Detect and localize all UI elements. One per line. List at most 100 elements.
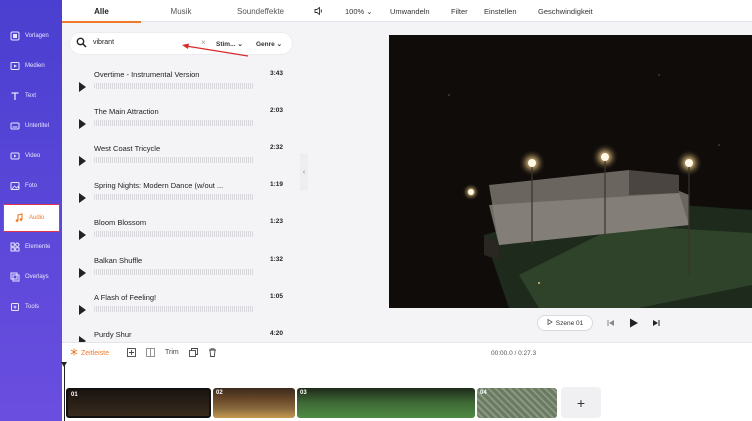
sidebar-item-foto[interactable]: Foto [0, 172, 62, 200]
split-icon[interactable] [146, 348, 155, 359]
search-input[interactable]: vibrant [93, 39, 114, 46]
list-item[interactable]: Overtime - Instrumental Version 3:43 [62, 64, 300, 101]
tab-alle[interactable]: Alle [62, 0, 141, 23]
waveform [94, 83, 254, 89]
sidebar-item-video[interactable]: Video [0, 142, 62, 170]
convert-button[interactable]: Umwandeln [390, 7, 430, 16]
scene-selector[interactable]: Szene 01 [537, 315, 593, 331]
volume-icon[interactable] [314, 6, 324, 18]
track-duration: 2:03 [270, 107, 284, 114]
sidebar-item-label: Text [25, 93, 37, 99]
waveform [94, 231, 254, 237]
track-duration: 4:20 [270, 330, 284, 337]
music-note-icon [13, 212, 25, 224]
timeline-icon [70, 348, 78, 358]
sidebar-item-text[interactable]: Text [0, 82, 62, 110]
sidebar-item-medien[interactable]: Medien [0, 52, 62, 80]
sidebar-item-overlays[interactable]: Overlays [0, 263, 62, 291]
track-name: A Flash of Feeling! [94, 293, 157, 302]
chevron-down-icon: ⌄ [366, 7, 373, 16]
sidebar-item-label: Foto [25, 183, 38, 189]
zoom-dropdown[interactable]: 100% ⌄ [345, 7, 373, 16]
sidebar-item-label: Elemente [25, 244, 51, 250]
genre-filter-dropdown[interactable]: Genre ⌄ [256, 40, 282, 48]
settings-button[interactable]: Einstellen [484, 7, 517, 16]
duplicate-icon[interactable] [189, 348, 198, 359]
chevron-down-icon: ⌄ [276, 41, 283, 48]
play-icon[interactable] [79, 268, 86, 278]
list-item[interactable]: The Main Attraction 2:03 [62, 101, 300, 138]
timeline-label: Zeitleiste [81, 349, 110, 357]
list-item[interactable]: A Flash of Feeling! 1:05 [62, 287, 300, 324]
track-name: West Coast Tricycle [94, 144, 161, 153]
list-item[interactable]: West Coast Tricycle 2:32 [62, 138, 300, 175]
stadium-scene-image [389, 35, 752, 308]
photo-icon [9, 180, 21, 192]
media-icon [9, 60, 21, 72]
timeline-toolbar: Zeitleiste Trim 00:00.0 / 0:27.3 [62, 342, 752, 364]
track-duration: 2:32 [270, 144, 284, 151]
clip-number: 02 [216, 390, 223, 396]
sidebar-item-elemente[interactable]: Elemente [0, 233, 62, 261]
tab-soundeffekte[interactable]: Soundeffekte [221, 0, 300, 22]
overlays-icon [9, 271, 21, 283]
sidebar-item-audio[interactable]: Audio [3, 204, 60, 232]
subtitle-icon [9, 120, 21, 132]
play-button[interactable] [629, 318, 639, 330]
track-name: The Main Attraction [94, 107, 159, 116]
clip-thumbnail[interactable]: 02 [213, 388, 295, 418]
scene-label: Szene 01 [555, 319, 584, 327]
time-display: 00:00.0 / 0:27.3 [491, 350, 537, 357]
collapse-panel-button[interactable]: ‹ [300, 153, 308, 191]
sidebar-item-tools[interactable]: Tools [0, 293, 62, 321]
elements-icon [9, 241, 21, 253]
timeline-button[interactable]: Zeitleiste [70, 348, 109, 358]
list-item[interactable]: Balkan Shuffle 1:32 [62, 250, 300, 287]
track-duration: 1:05 [270, 293, 284, 300]
play-icon[interactable] [79, 230, 86, 240]
timeline-track: 01 02 03 04 [62, 364, 752, 421]
sidebar-item-untertitel[interactable]: Untertitel [0, 112, 62, 140]
track-duration: 3:43 [270, 70, 284, 77]
trim-button[interactable]: Trim [165, 349, 179, 356]
delete-icon[interactable] [208, 348, 217, 359]
waveform [94, 269, 254, 275]
play-icon[interactable] [79, 82, 86, 92]
play-icon[interactable] [79, 156, 86, 166]
play-small-icon [547, 318, 553, 327]
clip-thumbnail[interactable]: 03 [297, 388, 475, 418]
speed-button[interactable]: Geschwindigkeit [538, 7, 593, 16]
add-clip-button[interactable]: + [561, 387, 601, 418]
search-icon [76, 37, 87, 50]
playhead[interactable] [61, 362, 67, 421]
sidebar-item-label: Video [25, 153, 41, 159]
skip-forward-icon[interactable] [652, 319, 660, 329]
waveform [94, 157, 254, 163]
track-duration: 1:32 [270, 256, 284, 263]
list-item[interactable]: Purdy Shur 4:20 [62, 324, 300, 342]
waveform [94, 306, 254, 312]
sidebar-item-label: Overlays [25, 274, 49, 280]
skip-back-icon[interactable] [607, 319, 615, 329]
play-icon[interactable] [79, 119, 86, 129]
clip-number: 01 [71, 392, 78, 398]
zoom-value: 100% [345, 7, 365, 16]
clip-thumbnail[interactable]: 01 [66, 388, 211, 418]
filter-button[interactable]: Filter [451, 7, 468, 16]
sidebar-item-label: Audio [29, 215, 45, 221]
tab-musik[interactable]: Musik [141, 0, 221, 22]
list-item[interactable]: Bloom Blossom 1:23 [62, 212, 300, 249]
play-icon[interactable] [79, 305, 86, 315]
text-icon [9, 90, 21, 102]
sidebar-item-vorlagen[interactable]: Vorlagen [0, 22, 62, 50]
clip-thumbnail[interactable]: 04 [477, 388, 557, 418]
add-frame-icon[interactable] [127, 348, 136, 359]
sidebar: Vorlagen Medien Text Untertitel Video Fo… [0, 0, 62, 421]
video-preview[interactable] [389, 35, 752, 308]
play-icon[interactable] [79, 193, 86, 203]
sidebar-item-label: Vorlagen [25, 33, 49, 39]
genre-filter-label: Genre [256, 41, 275, 48]
track-name: Bloom Blossom [94, 218, 147, 227]
tools-icon [9, 301, 21, 313]
list-item[interactable]: Spring Nights: Modern Dance (w/out ... 1… [62, 175, 300, 212]
